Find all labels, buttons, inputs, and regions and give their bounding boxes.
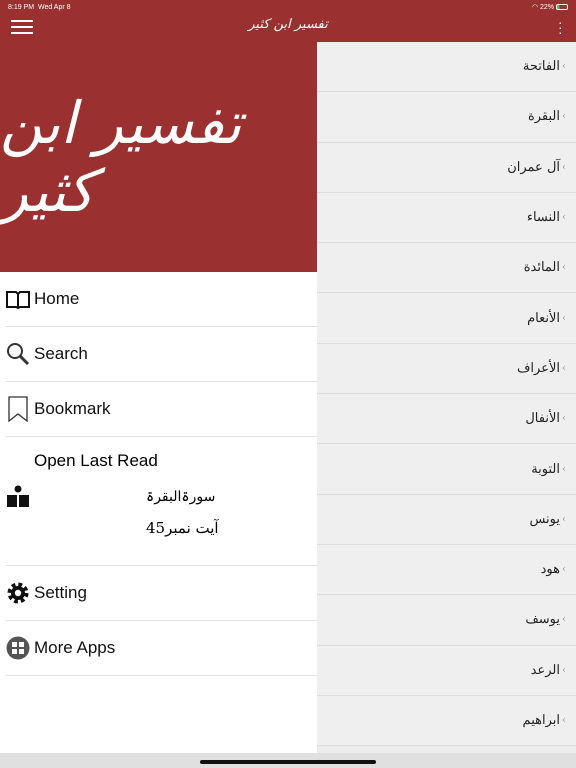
surah-name: التوبة bbox=[531, 461, 560, 477]
chevron-left-icon: ‹ bbox=[562, 564, 566, 576]
battery-percent: 22% bbox=[540, 4, 555, 11]
surah-list-item[interactable]: ابراهيم ‹ bbox=[317, 695, 576, 747]
surah-list-item[interactable]: البقرة ‹ bbox=[317, 92, 576, 143]
surah-name: آل عمران bbox=[507, 159, 560, 175]
drawer-item-more-apps[interactable]: More Apps bbox=[6, 621, 317, 676]
surah-list: (function(){const d=JSON.parse(document.… bbox=[317, 42, 576, 747]
side-drawer: تفسیر ابن کثیر Home Search Bookmark Open… bbox=[0, 42, 317, 753]
last-read-ayah: آیت نمبر45 bbox=[146, 519, 219, 537]
gear-icon bbox=[6, 581, 30, 605]
book-open-icon bbox=[6, 287, 30, 311]
last-read-label: Open Last Read bbox=[34, 451, 158, 470]
surah-name: الفاتحة bbox=[522, 59, 560, 75]
surah-list-item[interactable]: الأنفال ‹ bbox=[317, 394, 576, 445]
wifi-icon: ◠ bbox=[531, 4, 539, 11]
reader-icon bbox=[6, 485, 30, 514]
surah-list-item[interactable]: يونس ‹ bbox=[317, 494, 576, 545]
surah-name: ابراهيم bbox=[522, 713, 560, 728]
battery-icon bbox=[556, 4, 568, 11]
surah-name: يونس bbox=[529, 511, 560, 527]
chevron-left-icon: ‹ bbox=[562, 212, 566, 224]
apps-icon bbox=[6, 636, 30, 660]
surah-list-item[interactable]: الأنعام ‹ bbox=[317, 293, 576, 344]
chevron-left-icon: ‹ bbox=[562, 463, 566, 475]
chevron-left-icon: ‹ bbox=[562, 664, 566, 676]
drawer-item-setting[interactable]: Setting bbox=[6, 566, 317, 621]
drawer-banner: تفسیر ابن کثیر bbox=[0, 42, 317, 272]
chevron-left-icon: ‹ bbox=[562, 262, 566, 274]
nav-bar: تفسیر ابن کثیر · · · bbox=[0, 14, 576, 42]
surah-name: هود bbox=[540, 562, 560, 578]
drawer-item-label: Search bbox=[34, 344, 88, 363]
drawer-item-label: Home bbox=[34, 289, 80, 308]
home-indicator[interactable] bbox=[200, 760, 376, 764]
surah-name: الأعراف bbox=[516, 360, 560, 376]
surah-list-item[interactable]: الرعد ‹ bbox=[317, 645, 576, 696]
more-options-button[interactable]: · · · bbox=[558, 15, 563, 39]
surah-list-item[interactable]: آل عمران ‹ bbox=[317, 142, 576, 193]
chevron-left-icon: ‹ bbox=[562, 111, 566, 123]
drawer-item-label: Bookmark bbox=[34, 399, 111, 418]
chevron-left-icon: ‹ bbox=[562, 61, 566, 73]
chevron-left-icon: ‹ bbox=[562, 513, 566, 525]
surah-list-item[interactable]: الأعراف ‹ bbox=[317, 343, 576, 395]
chevron-left-icon: ‹ bbox=[562, 715, 566, 726]
search-icon bbox=[6, 342, 30, 366]
last-read-surah: سورۃالبقرۃ bbox=[146, 489, 216, 505]
open-last-read[interactable]: Open Last Read سورۃالبقرۃ آیت نمبر45 bbox=[6, 437, 317, 566]
app-title: تفسیر ابن کثیر bbox=[248, 17, 328, 32]
chevron-left-icon: ‹ bbox=[562, 413, 566, 425]
bookmark-icon bbox=[6, 396, 30, 422]
drawer-item-home[interactable]: Home bbox=[6, 272, 317, 327]
status-bar: 8:19 PM Wed Apr 8 ◠ 22% bbox=[0, 0, 576, 14]
chevron-left-icon: ‹ bbox=[562, 161, 566, 173]
surah-list-item[interactable]: يوسف ‹ bbox=[317, 595, 576, 646]
surah-list-item[interactable]: الفاتحة ‹ bbox=[317, 42, 576, 93]
surah-name: الأنعام bbox=[527, 310, 560, 326]
surah-name: الأنفال bbox=[525, 411, 560, 427]
surah-name: البقرة bbox=[527, 109, 560, 125]
drawer-item-bookmark[interactable]: Bookmark bbox=[6, 382, 317, 437]
chevron-left-icon: ‹ bbox=[562, 312, 566, 324]
surah-list-item[interactable]: النساء ‹ bbox=[317, 192, 576, 244]
surah-name: الرعد bbox=[530, 662, 560, 678]
drawer-item-label: More Apps bbox=[34, 638, 116, 657]
chevron-left-icon: ‹ bbox=[562, 362, 566, 374]
chevron-left-icon: ‹ bbox=[562, 614, 566, 626]
status-time: 8:19 PM bbox=[8, 3, 35, 11]
surah-name: المائدة bbox=[523, 260, 560, 276]
surah-name: يوسف bbox=[525, 612, 560, 628]
surah-list-item[interactable]: المائدة ‹ bbox=[317, 243, 576, 294]
drawer-item-search[interactable]: Search bbox=[6, 327, 317, 382]
surah-list-item[interactable]: التوبة ‹ bbox=[317, 444, 576, 495]
surah-name: النساء bbox=[526, 210, 560, 226]
drawer-item-label: Setting bbox=[34, 583, 87, 602]
surah-list-item[interactable]: هود ‹ bbox=[317, 544, 576, 596]
status-date: Wed Apr 8 bbox=[37, 3, 71, 11]
